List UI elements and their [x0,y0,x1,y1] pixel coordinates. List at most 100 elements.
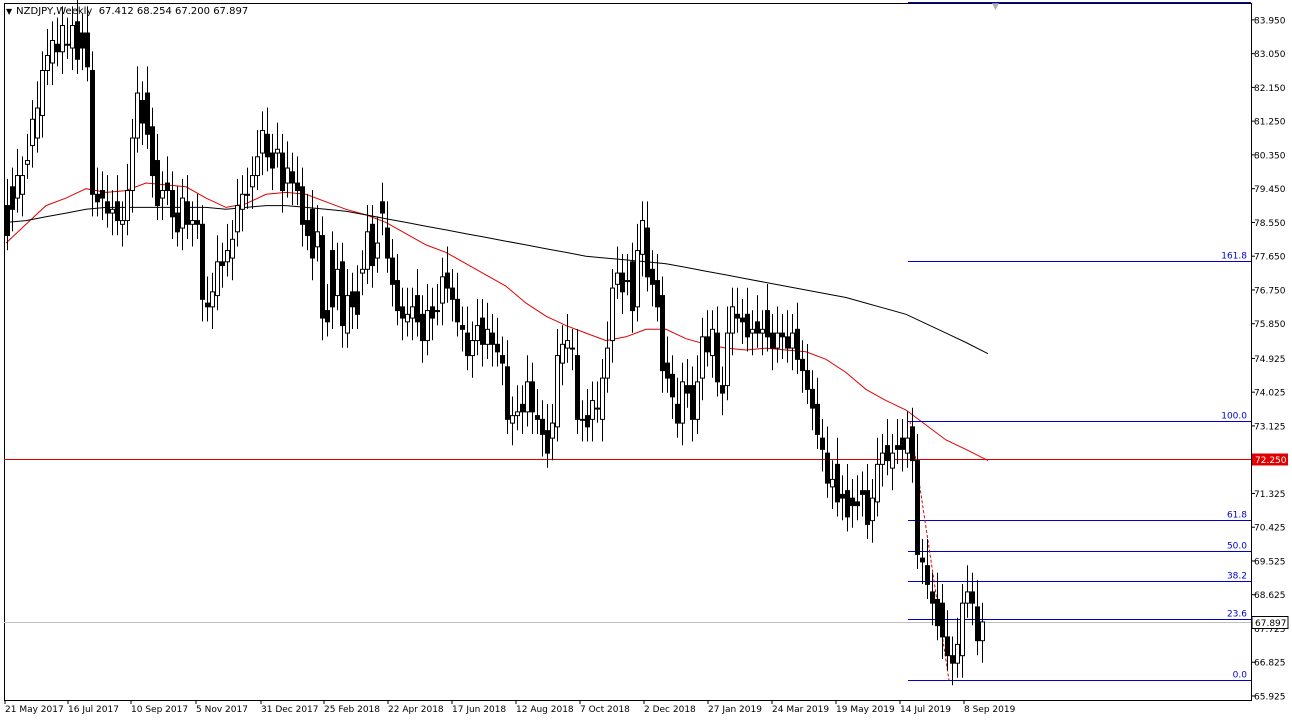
candle-body[interactable] [535,415,540,420]
candle-body[interactable] [740,317,745,323]
candle-body[interactable] [950,655,955,664]
candle-body[interactable] [610,287,615,342]
candle-body[interactable] [830,478,835,488]
candle-body[interactable] [790,332,795,349]
candle-body[interactable] [505,366,510,420]
candle-body[interactable] [530,381,535,413]
candle-body[interactable] [370,223,375,267]
candle-body[interactable] [655,280,660,308]
candle-body[interactable] [820,437,825,450]
candle-body[interactable] [35,107,40,139]
candle-body[interactable] [250,175,255,188]
candle-body[interactable] [315,231,320,248]
candle-body[interactable] [75,21,80,60]
candle-body[interactable] [910,426,915,462]
candle-body[interactable] [965,591,970,604]
candle-body[interactable] [885,445,890,462]
candle-body[interactable] [50,40,55,64]
candle-body[interactable] [770,332,775,349]
candle-body[interactable] [205,302,210,308]
candle-body[interactable] [115,201,120,222]
candle-body[interactable] [835,463,840,503]
candle-body[interactable] [265,133,270,158]
candle-body[interactable] [485,328,490,345]
candle-body[interactable] [615,272,620,285]
candle-body[interactable] [450,287,455,300]
candle-body[interactable] [140,100,145,124]
candle-body[interactable] [525,381,530,413]
candle-body[interactable] [495,343,500,353]
candle-body[interactable] [130,137,135,192]
candle-body[interactable] [825,452,830,484]
candle-body[interactable] [580,418,585,421]
candle-body[interactable] [125,190,130,222]
candle-body[interactable] [555,355,560,428]
candle-body[interactable] [360,268,365,274]
candle-body[interactable] [625,280,630,283]
candle-body[interactable] [640,220,645,255]
candle-body[interactable] [915,460,920,555]
candle-body[interactable] [490,332,495,345]
candle-body[interactable] [160,190,165,199]
candle-body[interactable] [775,332,780,349]
candle-body[interactable] [100,190,105,199]
candle-body[interactable] [90,70,95,195]
candle-body[interactable] [45,55,50,72]
candle-body[interactable] [190,220,195,225]
candle-body[interactable] [5,205,10,237]
candle-body[interactable] [335,268,340,297]
candle-body[interactable] [275,148,280,154]
candle-body[interactable] [470,340,475,357]
candle-body[interactable] [200,223,205,300]
candle-body[interactable] [290,171,295,184]
candle-body[interactable] [860,490,865,495]
candle-body[interactable] [695,381,700,420]
collapse-triangle-icon[interactable]: ▼ [6,7,12,16]
candle-body[interactable] [500,355,505,364]
candle-body[interactable] [735,313,740,319]
candle-body[interactable] [260,130,265,154]
candle-body[interactable] [375,242,380,259]
candle-body[interactable] [635,250,640,308]
candle-body[interactable] [605,347,610,379]
candle-body[interactable] [380,201,385,214]
candle-body[interactable] [550,422,555,439]
candle-body[interactable] [85,32,90,68]
candle-body[interactable] [515,411,520,417]
candle-body[interactable] [715,332,720,383]
candle-body[interactable] [455,298,460,323]
candle-body[interactable] [890,452,895,469]
candle-body[interactable] [105,201,110,214]
candle-body[interactable] [475,325,480,342]
candle-body[interactable] [55,43,60,53]
candle-body[interactable] [540,418,545,435]
candle-body[interactable] [20,175,25,195]
candle-body[interactable] [630,261,635,312]
candle-body[interactable] [10,186,15,210]
candle-body[interactable] [230,238,235,259]
candle-body[interactable] [795,328,800,360]
candle-body[interactable] [350,291,355,308]
candle-body[interactable] [295,182,300,192]
candle-body[interactable] [700,336,705,379]
candle-body[interactable] [185,201,190,225]
candle-body[interactable] [95,193,100,203]
candle-body[interactable] [680,381,685,424]
candle-body[interactable] [800,358,805,372]
candle-body[interactable] [565,340,570,349]
candle-body[interactable] [460,325,465,330]
candle-body[interactable] [65,43,70,46]
candle-body[interactable] [110,208,115,214]
candle-body[interactable] [245,193,250,196]
candle-body[interactable] [665,362,670,379]
candle-body[interactable] [150,126,155,177]
candle-body[interactable] [955,643,960,664]
candle-body[interactable] [685,385,690,394]
candle-body[interactable] [805,370,810,390]
candle-body[interactable] [905,437,910,454]
candle-body[interactable] [660,295,665,372]
candle-body[interactable] [785,336,790,349]
candle-body[interactable] [70,25,75,49]
candle-body[interactable] [400,306,405,319]
candle-body[interactable] [80,32,85,49]
